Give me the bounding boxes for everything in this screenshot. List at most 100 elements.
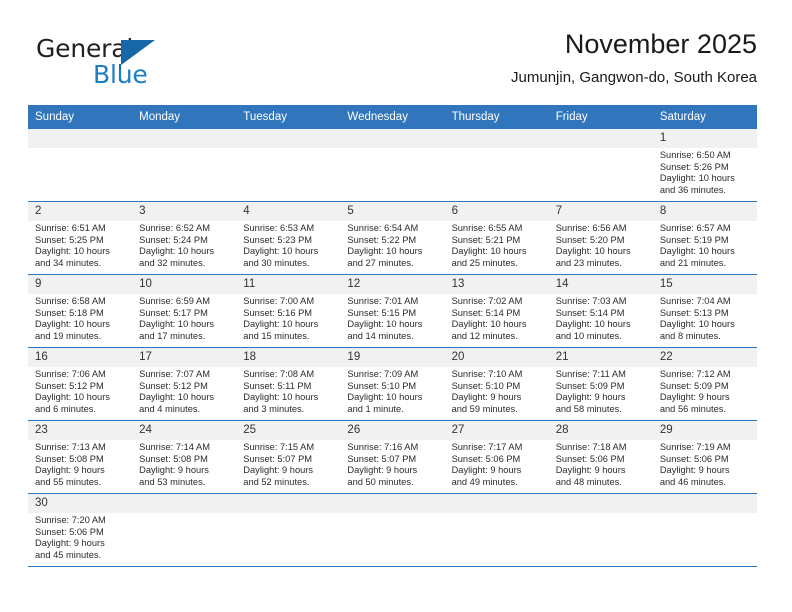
day-sun-info: Sunrise: 7:17 AM Sunset: 5:06 PM Daylight:… [445,440,549,490]
day-info-line: Sunrise: 6:58 AM [35,296,106,306]
calendar-day-cell[interactable]: 29 Sunrise: 7:19 AM Sunset: 5:06 PM Dayligh… [652,421,757,493]
day-info-line: Daylight: 10 hours [35,246,110,257]
calendar-day-cell[interactable]: 18 Sunrise: 7:08 AM Sunset: 5:11 PM Dayligh… [236,348,341,420]
day-number [132,129,237,148]
day-info-line: and 19 minutes. [35,330,102,341]
day-number: 14 [548,275,653,294]
day-info-line: Daylight: 10 hours [451,319,527,330]
day-number [236,494,341,513]
day-info-line: Daylight: 10 hours [35,319,110,330]
calendar-day-cell[interactable]: 25 Sunrise: 7:15 AM Sunset: 5:07 PM Dayligh… [236,421,341,493]
day-info-line: and 3 minutes. [243,403,305,414]
day-number: 16 [28,348,133,367]
day-info-line: and 23 minutes. [555,257,622,268]
day-sun-info: Sunrise: 7:00 AM Sunset: 5:16 PM Daylight:… [236,294,340,344]
day-sun-info: Sunrise: 6:58 AM Sunset: 5:18 PM Daylight:… [28,294,132,344]
day-sun-info: Sunrise: 7:09 AM Sunset: 5:10 PM Daylight:… [340,367,444,417]
day-info-line: and 8 minutes. [659,330,721,341]
day-info-line: Sunset: 5:24 PM [139,234,208,245]
calendar-day-cell[interactable]: 1 Sunrise: 6:50 AM Sunset: 5:26 PM Daylight… [652,129,757,201]
day-info-line: Sunrise: 6:55 AM [451,223,523,233]
day-sun-info: Sunrise: 7:06 AM Sunset: 5:12 PM Daylight:… [28,367,132,417]
day-info-line: Daylight: 10 hours [347,392,423,403]
day-info-line: Daylight: 10 hours [35,392,110,403]
day-info-line: Daylight: 9 hours [139,465,209,476]
calendar-day-cell[interactable]: 3 Sunrise: 6:52 AM Sunset: 5:24 PM Daylight… [132,202,237,274]
day-info-line: and 59 minutes. [451,403,518,414]
day-info-line: Sunrise: 6:50 AM [659,150,731,160]
day-info-line: Sunrise: 7:18 AM [555,442,627,452]
calendar-day-cell[interactable]: 8 Sunrise: 6:57 AM Sunset: 5:19 PM Daylight… [652,202,757,274]
calendar-day-cell[interactable]: 11 Sunrise: 7:00 AM Sunset: 5:16 PM Dayligh… [236,275,341,347]
calendar-day-cell[interactable]: 10 Sunrise: 6:59 AM Sunset: 5:17 PM Dayligh… [132,275,237,347]
calendar-day-cell[interactable]: 7 Sunrise: 6:56 AM Sunset: 5:20 PM Daylight… [548,202,653,274]
calendar-day-cell-empty [28,129,133,201]
day-info-line: Sunset: 5:14 PM [451,307,521,318]
calendar-week-row: 16 Sunrise: 7:06 AM Sunset: 5:12 PM Dayligh… [28,348,757,421]
calendar-day-cell[interactable]: 12 Sunrise: 7:01 AM Sunset: 5:15 PM Dayligh… [340,275,445,347]
calendar-week-row: 2 Sunrise: 6:51 AM Sunset: 5:25 PM Daylight… [28,202,757,275]
day-info-line: and 1 minute. [347,403,404,414]
day-number: 1 [652,129,757,148]
calendar-day-cell[interactable]: 22 Sunrise: 7:12 AM Sunset: 5:09 PM Dayligh… [652,348,757,420]
calendar-day-cell[interactable]: 27 Sunrise: 7:17 AM Sunset: 5:06 PM Dayligh… [444,421,549,493]
day-info-line: and 56 minutes. [659,403,726,414]
calendar-day-cell[interactable]: 4 Sunrise: 6:53 AM Sunset: 5:23 PM Daylight… [236,202,341,274]
day-info-line: Sunrise: 7:09 AM [347,369,419,379]
calendar-day-cell[interactable]: 13 Sunrise: 7:02 AM Sunset: 5:14 PM Dayligh… [444,275,549,347]
day-sun-info: Sunrise: 6:52 AM Sunset: 5:24 PM Daylight:… [132,221,236,271]
day-info-line: Daylight: 10 hours [659,246,735,257]
day-number [548,129,653,148]
calendar-day-cell[interactable]: 24 Sunrise: 7:14 AM Sunset: 5:08 PM Dayligh… [132,421,237,493]
day-info-line: Sunset: 5:12 PM [139,380,208,391]
day-info-line: Sunset: 5:09 PM [555,380,625,391]
day-sun-info: Sunrise: 6:54 AM Sunset: 5:22 PM Daylight:… [340,221,444,271]
day-sun-info: Sunrise: 7:18 AM Sunset: 5:06 PM Daylight:… [549,440,653,490]
day-info-line: Sunset: 5:11 PM [243,380,312,391]
day-info-line: Sunrise: 6:54 AM [347,223,419,233]
calendar-day-cell-empty [444,494,549,566]
day-info-line: and 49 minutes. [451,476,518,487]
day-number: 2 [28,202,133,221]
day-number: 8 [652,202,757,221]
calendar-day-cell[interactable]: 14 Sunrise: 7:03 AM Sunset: 5:14 PM Dayligh… [548,275,653,347]
day-info-line: Daylight: 9 hours [347,465,418,476]
day-info-line: Daylight: 9 hours [35,538,105,549]
calendar-day-cell[interactable]: 2 Sunrise: 6:51 AM Sunset: 5:25 PM Daylight… [28,202,133,274]
calendar-day-cell[interactable]: 20 Sunrise: 7:10 AM Sunset: 5:10 PM Dayligh… [444,348,549,420]
day-info-line: Daylight: 9 hours [451,392,522,403]
day-info-line: Sunrise: 7:06 AM [35,369,106,379]
calendar-day-cell[interactable]: 9 Sunrise: 6:58 AM Sunset: 5:18 PM Daylight… [28,275,133,347]
calendar-day-cell[interactable]: 28 Sunrise: 7:18 AM Sunset: 5:06 PM Dayligh… [548,421,653,493]
calendar-day-cell[interactable]: 16 Sunrise: 7:06 AM Sunset: 5:12 PM Dayligh… [28,348,133,420]
day-info-line: Daylight: 10 hours [659,319,735,330]
day-sun-info: Sunrise: 7:02 AM Sunset: 5:14 PM Daylight:… [445,294,549,344]
day-info-line: Sunrise: 7:20 AM [35,515,106,525]
calendar-day-cell[interactable]: 23 Sunrise: 7:13 AM Sunset: 5:08 PM Dayligh… [28,421,133,493]
day-number: 18 [236,348,341,367]
calendar-day-cell-empty [132,494,237,566]
day-sun-info: Sunrise: 6:59 AM Sunset: 5:17 PM Daylight:… [132,294,236,344]
calendar-day-cell[interactable]: 19 Sunrise: 7:09 AM Sunset: 5:10 PM Dayligh… [340,348,445,420]
calendar-day-cell[interactable]: 15 Sunrise: 7:04 AM Sunset: 5:13 PM Dayligh… [652,275,757,347]
day-info-line: Sunset: 5:10 PM [451,380,521,391]
weekday-header-tuesday: Tuesday [243,111,287,123]
calendar-day-cell-empty [340,129,445,201]
calendar-day-cell[interactable]: 21 Sunrise: 7:11 AM Sunset: 5:09 PM Dayligh… [548,348,653,420]
calendar-day-cell[interactable]: 26 Sunrise: 7:16 AM Sunset: 5:07 PM Dayligh… [340,421,445,493]
calendar-day-cell[interactable]: 5 Sunrise: 6:54 AM Sunset: 5:22 PM Daylight… [340,202,445,274]
calendar-day-cell[interactable]: 30 Sunrise: 7:20 AM Sunset: 5:06 PM Dayligh… [28,494,133,566]
day-info-line: and 52 minutes. [243,476,310,487]
day-sun-info: Sunrise: 6:55 AM Sunset: 5:21 PM Daylight:… [445,221,549,271]
day-info-line: and 34 minutes. [35,257,102,268]
day-info-line: and 14 minutes. [347,330,414,341]
day-info-line: Daylight: 9 hours [243,465,314,476]
calendar-day-cell[interactable]: 6 Sunrise: 6:55 AM Sunset: 5:21 PM Daylight… [444,202,549,274]
day-sun-info: Sunrise: 6:57 AM Sunset: 5:19 PM Daylight:… [653,221,757,271]
day-info-line: Sunrise: 7:14 AM [139,442,210,452]
day-info-line: Sunrise: 6:59 AM [139,296,210,306]
calendar-day-cell[interactable]: 17 Sunrise: 7:07 AM Sunset: 5:12 PM Dayligh… [132,348,237,420]
day-info-line: Daylight: 10 hours [451,246,527,257]
day-number: 25 [236,421,341,440]
day-sun-info: Sunrise: 7:19 AM Sunset: 5:06 PM Daylight:… [653,440,757,490]
